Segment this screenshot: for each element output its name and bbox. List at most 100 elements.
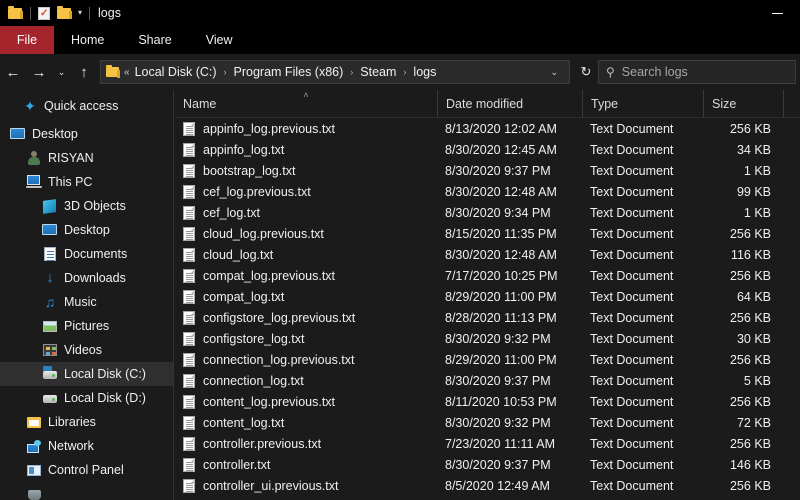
table-row[interactable]: cloud_log.previous.txt 8/15/2020 11:35 PM… xyxy=(175,223,800,244)
recent-locations-icon[interactable]: ⌄ xyxy=(52,57,71,87)
column-header-type[interactable]: Type xyxy=(582,90,703,118)
file-name-cell: bootstrap_log.txt xyxy=(175,163,437,178)
breadcrumb-separator[interactable]: › xyxy=(403,67,406,77)
tab-home[interactable]: Home xyxy=(54,26,121,54)
sidebar-item-3d-objects[interactable]: 3D Objects xyxy=(0,194,173,218)
sidebar-item-libraries[interactable]: Libraries xyxy=(0,410,173,434)
date-modified-cell: 8/29/2020 11:00 PM xyxy=(445,289,557,304)
text-document-icon xyxy=(183,142,195,157)
table-row[interactable]: bootstrap_log.txt 8/30/2020 9:37 PM Text D… xyxy=(175,160,800,181)
file-name-label: content_log.txt xyxy=(203,415,285,430)
file-name-cell: connection_log.previous.txt xyxy=(175,352,437,367)
breadcrumb-local-disk-c[interactable]: Local Disk (C:) xyxy=(135,65,217,79)
breadcrumb-separator[interactable]: › xyxy=(350,67,353,77)
sidebar-item-music[interactable]: ♫ Music xyxy=(0,290,173,314)
folder-icon[interactable] xyxy=(55,4,73,22)
tab-file[interactable]: File xyxy=(0,26,54,54)
file-size-cell: 34 KB xyxy=(736,142,771,157)
sidebar-item-downloads[interactable]: ↓ Downloads xyxy=(0,266,173,290)
table-row[interactable]: compat_log.previous.txt 7/17/2020 10:25 P… xyxy=(175,265,800,286)
downloads-icon: ↓ xyxy=(46,269,54,286)
sidebar-item-pictures[interactable]: Pictures xyxy=(0,314,173,338)
table-row[interactable]: controller_ui.previous.txt 8/5/2020 12:49… xyxy=(175,475,800,496)
table-row[interactable]: cef_log.txt 8/30/2020 9:34 PM Text Documen… xyxy=(175,202,800,223)
tab-share[interactable]: Share xyxy=(121,26,188,54)
sidebar-item-network[interactable]: Network xyxy=(0,434,173,458)
column-header-date-modified[interactable]: Date modified xyxy=(437,90,582,118)
file-name-label: configstore_log.previous.txt xyxy=(203,310,356,325)
sidebar-item-control-panel[interactable]: Control Panel xyxy=(0,458,173,482)
column-header-row: Name ˄ Date modified Type Size xyxy=(175,90,800,118)
file-size-cell: 30 KB xyxy=(736,331,771,346)
sidebar-item-documents[interactable]: Documents xyxy=(0,242,173,266)
search-input[interactable]: ⚲ Search logs xyxy=(598,60,796,84)
minimize-button[interactable] xyxy=(755,0,800,26)
sidebar-item-desktop[interactable]: Desktop xyxy=(0,122,173,146)
file-size-cell: 256 KB xyxy=(729,436,771,451)
breadcrumb-separator[interactable]: › xyxy=(224,67,227,77)
text-document-icon xyxy=(183,163,195,178)
column-header-name[interactable]: Name ˄ xyxy=(175,90,437,118)
chevron-double-left-icon[interactable]: « xyxy=(124,67,130,78)
file-size-cell: 116 KB xyxy=(730,247,771,262)
date-modified-cell: 8/30/2020 9:37 PM xyxy=(445,373,551,388)
sidebar-item-videos[interactable]: Videos xyxy=(0,338,173,362)
file-name-cell: controller.previous.txt xyxy=(175,436,437,451)
sidebar-item-desktop-pc[interactable]: Desktop xyxy=(0,218,173,242)
forward-icon[interactable]: → xyxy=(26,57,52,87)
back-icon[interactable]: ← xyxy=(0,57,26,87)
table-row[interactable]: connection_log.txt 8/30/2020 9:37 PM Text … xyxy=(175,370,800,391)
table-row[interactable]: content_log.previous.txt 8/11/2020 10:53 … xyxy=(175,391,800,412)
sidebar-item-recycle-bin[interactable] xyxy=(0,482,173,500)
table-row[interactable]: connection_log.previous.txt 8/29/2020 11:… xyxy=(175,349,800,370)
table-row[interactable]: cef_log.previous.txt 8/30/2020 12:48 AM Te… xyxy=(175,181,800,202)
file-list-pane[interactable]: Name ˄ Date modified Type Size appinfo_l… xyxy=(175,90,800,500)
table-row[interactable]: content_log.txt 8/30/2020 9:32 PM Text Doc… xyxy=(175,412,800,433)
sidebar-item-label: Local Disk (C:) xyxy=(64,367,146,381)
file-name-label: compat_log.previous.txt xyxy=(203,268,336,283)
sidebar-item-this-pc[interactable]: This PC xyxy=(0,170,173,194)
sidebar-item-label: Music xyxy=(64,295,97,309)
column-header-size[interactable]: Size xyxy=(703,90,783,118)
refresh-icon[interactable]: ↻ xyxy=(574,57,598,87)
file-name-cell: controller.txt xyxy=(175,457,437,472)
tab-view[interactable]: View xyxy=(189,26,250,54)
navigation-bar: ← → ⌄ ↑ « Local Disk (C:) › Program File… xyxy=(0,54,800,90)
table-row[interactable]: appinfo_log.previous.txt 8/13/2020 12:02 … xyxy=(175,118,800,139)
sidebar-item-risyan[interactable]: RISYAN xyxy=(0,146,173,170)
breadcrumb-program-files[interactable]: Program Files (x86) xyxy=(234,65,344,79)
sidebar-item-local-disk-d[interactable]: Local Disk (D:) xyxy=(0,386,173,410)
date-modified-cell: 8/30/2020 9:32 PM xyxy=(445,331,551,346)
column-header-spacer xyxy=(783,90,800,118)
ribbon-tab-bar: File Home Share View xyxy=(0,26,800,54)
breadcrumb-steam[interactable]: Steam xyxy=(360,65,396,79)
folder-icon[interactable] xyxy=(6,4,24,22)
properties-icon[interactable]: ✓ xyxy=(35,4,53,22)
file-name-cell: compat_log.txt xyxy=(175,289,437,304)
file-type-cell: Text Document xyxy=(590,373,674,388)
table-row[interactable]: configstore_log.previous.txt 8/28/2020 11… xyxy=(175,307,800,328)
chevron-down-icon[interactable]: ▾ xyxy=(78,4,82,22)
monitor-icon xyxy=(42,222,58,238)
documents-icon xyxy=(42,246,58,262)
sidebar-item-quick-access[interactable]: ✦ Quick access xyxy=(0,94,173,118)
table-row[interactable]: appinfo_log.txt 8/30/2020 12:45 AM Text Do… xyxy=(175,139,800,160)
file-size-cell: 256 KB xyxy=(729,310,771,325)
chevron-down-icon[interactable]: ⌄ xyxy=(543,67,565,78)
text-document-icon xyxy=(183,310,195,325)
breadcrumb-logs[interactable]: logs xyxy=(413,65,436,79)
file-name-label: cef_log.previous.txt xyxy=(203,184,311,199)
title-bar: ✓ ▾ logs xyxy=(0,0,800,26)
table-row[interactable]: configstore_log.txt 8/30/2020 9:32 PM Text… xyxy=(175,328,800,349)
table-row[interactable]: controller.previous.txt 7/23/2020 11:11 A… xyxy=(175,433,800,454)
table-row[interactable]: controller.txt 8/30/2020 9:37 PM Text Docu… xyxy=(175,454,800,475)
up-icon[interactable]: ↑ xyxy=(71,57,97,87)
file-type-cell: Text Document xyxy=(590,478,674,493)
file-name-label: controller.previous.txt xyxy=(203,436,322,451)
file-type-cell: Text Document xyxy=(590,289,674,304)
sidebar-item-local-disk-c[interactable]: Local Disk (C:) xyxy=(0,362,173,386)
navigation-pane[interactable]: ✦ Quick access Desktop RISYAN This PC 3D… xyxy=(0,90,174,500)
table-row[interactable]: compat_log.txt 8/29/2020 11:00 PM Text Doc… xyxy=(175,286,800,307)
address-bar[interactable]: « Local Disk (C:) › Program Files (x86) … xyxy=(100,60,570,84)
table-row[interactable]: cloud_log.txt 8/30/2020 12:48 AM Text Docu… xyxy=(175,244,800,265)
